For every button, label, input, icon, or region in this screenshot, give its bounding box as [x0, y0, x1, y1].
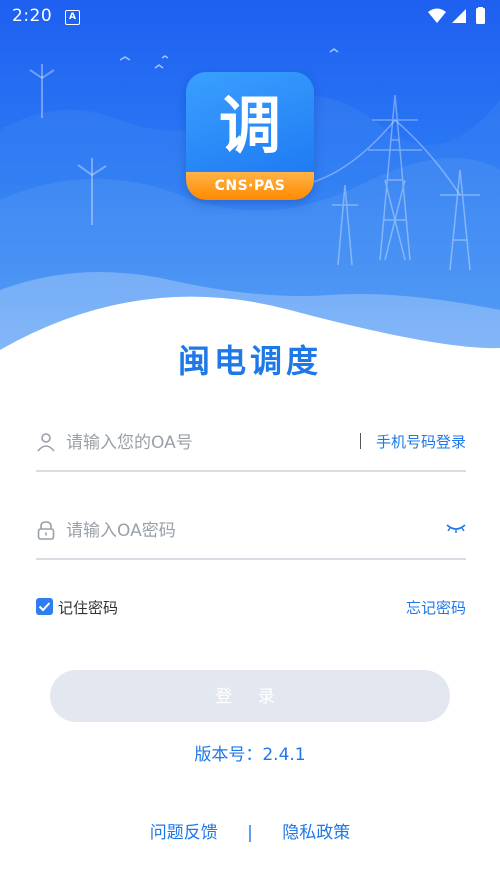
check-icon [38, 602, 51, 612]
version-text: 版本号：2.4.1 [194, 745, 306, 765]
footer-divider: | [247, 823, 253, 843]
login-button[interactable]: 登 录 [50, 670, 450, 722]
footer-links: 问题反馈 | 隐私政策 [0, 818, 500, 843]
feedback-link[interactable]: 问题反馈 [150, 818, 218, 843]
app-title: 闽电调度 [177, 342, 322, 380]
a-icon: A [65, 10, 80, 25]
account-field: 手机号码登录 [36, 418, 466, 472]
logo-badge: CNS·PAS [186, 172, 314, 200]
logo-glyph: 调 [218, 89, 281, 162]
account-input[interactable] [64, 428, 368, 458]
password-field [36, 506, 466, 560]
remember-checkbox[interactable] [36, 598, 53, 615]
eye-closed-icon[interactable] [446, 522, 466, 534]
password-input[interactable] [64, 516, 368, 546]
app-logo: 调 CNS·PAS [186, 72, 314, 200]
field-separator [360, 433, 361, 449]
user-icon [37, 433, 55, 452]
signal-icon [452, 9, 466, 23]
lock-icon [37, 521, 55, 540]
remember-label: 记住密码 [58, 599, 119, 617]
privacy-policy-link[interactable]: 隐私政策 [282, 818, 350, 843]
status-bar: 2:20 A [0, 0, 500, 34]
battery-icon [476, 8, 485, 24]
wifi-icon [428, 8, 446, 23]
forgot-password-link[interactable]: 忘记密码 [406, 597, 466, 618]
status-time: 2:20 [12, 6, 53, 26]
phone-login-link[interactable]: 手机号码登录 [376, 431, 466, 452]
status-icons [428, 7, 485, 24]
